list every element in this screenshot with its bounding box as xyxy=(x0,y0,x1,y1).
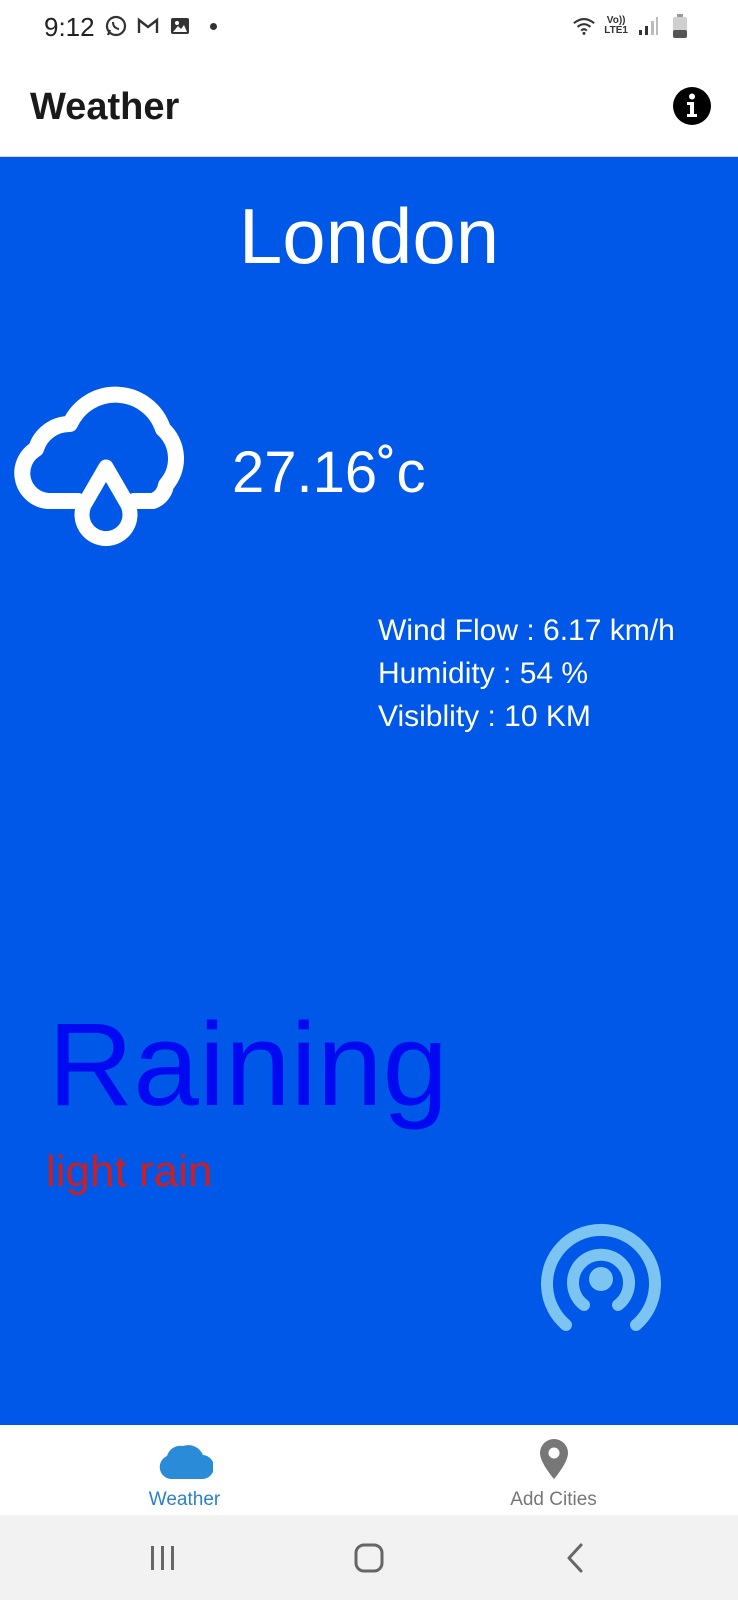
nav-label-add-cities: Add Cities xyxy=(510,1489,597,1510)
nav-item-weather[interactable]: Weather xyxy=(0,1425,369,1515)
volte-lte-icon: Vo)) LTE1 xyxy=(604,16,628,36)
weather-details: Wind Flow : 6.17 km/h Humidity : 54 % Vi… xyxy=(378,609,675,738)
location-pin-icon xyxy=(539,1439,568,1479)
app-bar: Weather xyxy=(0,56,738,157)
status-time: 9:12 xyxy=(44,12,95,42)
bottom-navigation: Weather Add Cities xyxy=(0,1425,738,1515)
temperature: 27.16˚c xyxy=(232,440,426,505)
nav-item-add-cities[interactable]: Add Cities xyxy=(369,1425,738,1515)
volte-bottom-text: LTE1 xyxy=(604,25,628,36)
visibility: Visiblity : 10 KM xyxy=(378,700,591,733)
status-notification-icons xyxy=(104,14,217,38)
recents-button[interactable] xyxy=(143,1541,183,1575)
system-navigation-bar xyxy=(0,1515,738,1600)
back-button[interactable] xyxy=(556,1541,596,1575)
status-system-icons: Vo)) LTE1 xyxy=(572,14,692,38)
page-title: Weather xyxy=(30,86,180,128)
wind-flow: Wind Flow : 6.17 km/h xyxy=(378,614,675,647)
wifi-icon xyxy=(572,14,596,38)
home-icon xyxy=(354,1543,384,1573)
broadcast-icon[interactable] xyxy=(540,1219,662,1337)
rain-cloud-icon xyxy=(14,386,184,547)
home-button[interactable] xyxy=(349,1541,389,1575)
recents-icon xyxy=(151,1546,174,1570)
whatsapp-icon xyxy=(104,14,128,38)
status-bar: 9:12 Vo)) LTE1 xyxy=(0,0,738,56)
cloud-icon xyxy=(159,1445,213,1480)
nav-label-weather: Weather xyxy=(148,1489,221,1510)
info-icon xyxy=(673,87,711,125)
gmail-icon xyxy=(136,14,160,38)
back-icon xyxy=(567,1543,583,1573)
humidity: Humidity : 54 % xyxy=(378,657,589,690)
signal-icon xyxy=(636,14,660,38)
city-name: London xyxy=(238,192,500,280)
weather-panel: London 27.16˚c Wind Flow : 6.17 km/h Hum… xyxy=(0,157,738,1425)
battery-icon xyxy=(668,14,692,38)
weather-condition: Raining xyxy=(48,999,449,1131)
gallery-icon xyxy=(168,14,192,38)
notification-dot xyxy=(210,22,217,30)
weather-description: light rain xyxy=(46,1147,213,1196)
info-button[interactable] xyxy=(672,86,712,126)
